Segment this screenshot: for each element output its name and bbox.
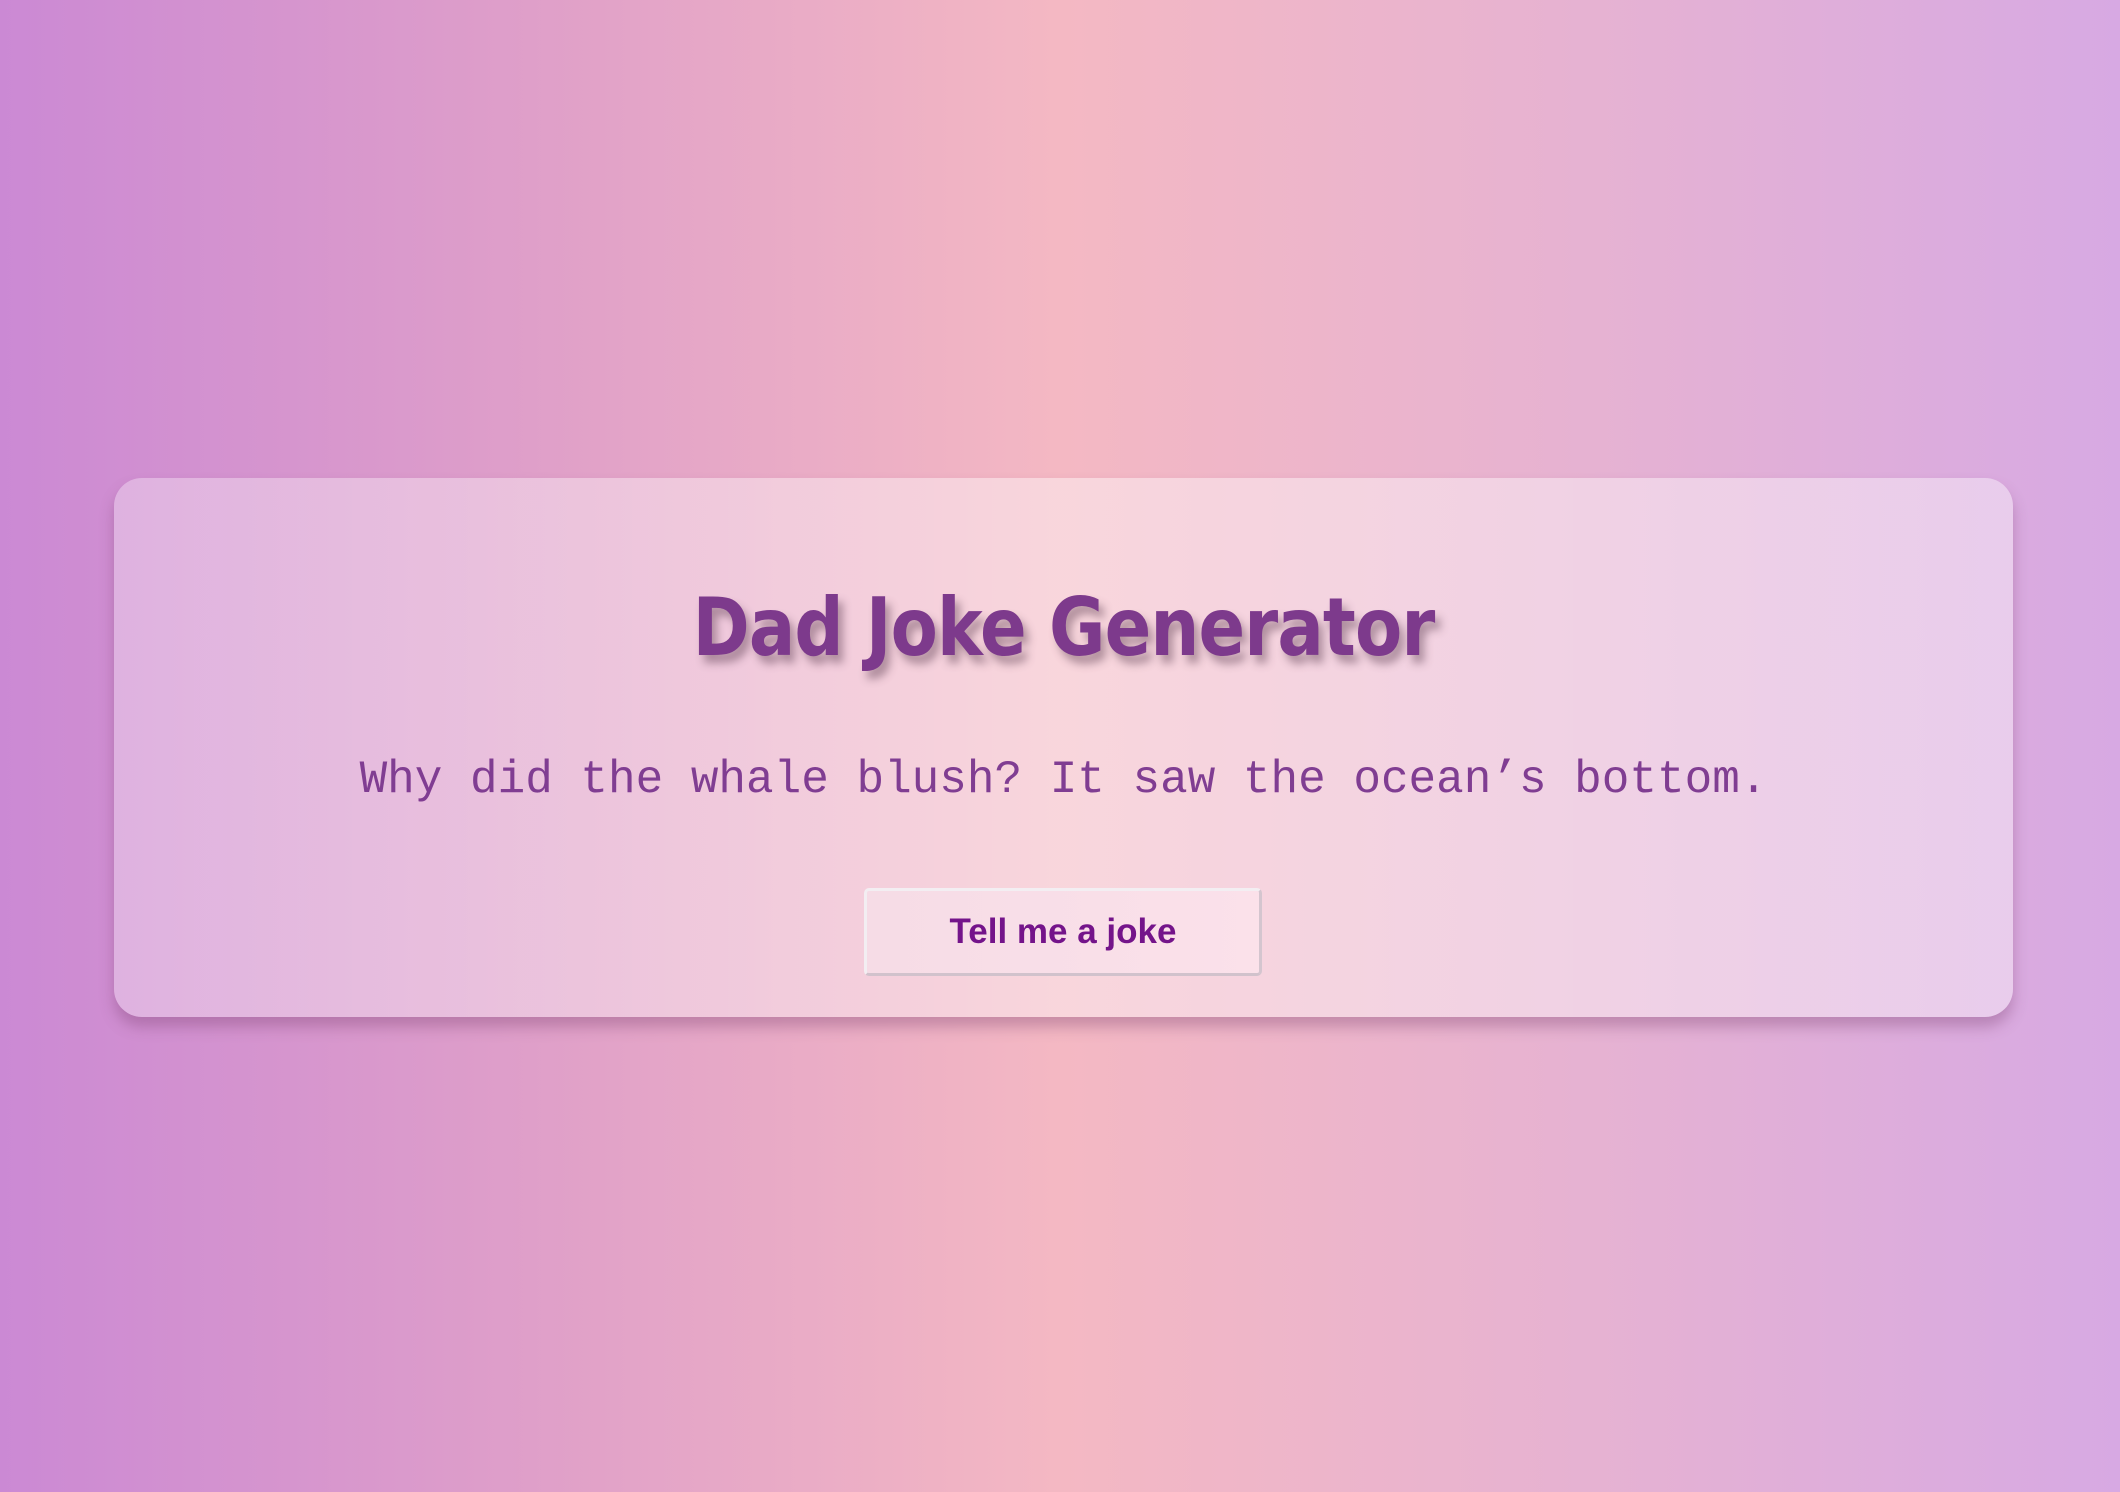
page-title: Dad Joke Generator xyxy=(692,581,1436,674)
tell-joke-button[interactable]: Tell me a joke xyxy=(864,888,1262,976)
joke-text: Why did the whale blush? It saw the ocea… xyxy=(359,754,1768,806)
joke-card: Dad Joke Generator Why did the whale blu… xyxy=(114,478,2013,1017)
